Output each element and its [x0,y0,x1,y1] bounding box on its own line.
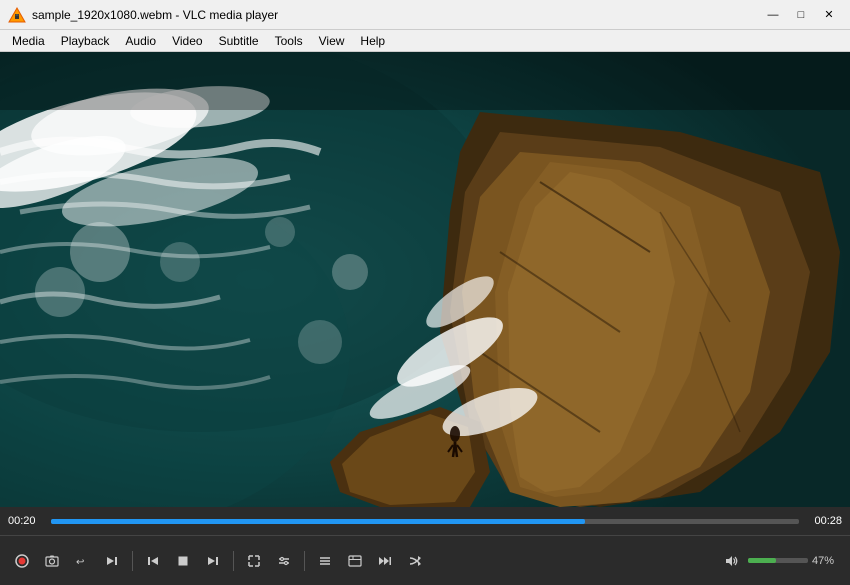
window-controls: — □ ✕ [760,5,842,25]
close-button[interactable]: ✕ [816,5,842,25]
time-total: 00:28 [807,515,842,527]
maximize-button[interactable]: □ [788,5,814,25]
menu-help[interactable]: Help [352,30,393,51]
svg-text:↩: ↩ [76,557,84,568]
extended-settings-button[interactable] [341,547,369,575]
seek-bar[interactable] [51,519,799,524]
volume-button[interactable] [720,549,744,573]
volume-area: 47% [720,549,842,573]
volume-slider-fill [748,558,776,563]
seek-bar-area: 00:20 00:28 [0,507,850,535]
separator-3 [304,551,305,571]
playlist-button[interactable] [311,547,339,575]
menu-view[interactable]: View [311,30,353,51]
video-area[interactable] [0,52,850,507]
seek-bar-fill [51,519,585,524]
menu-video[interactable]: Video [164,30,210,51]
loop-ab-button[interactable]: ↩ [68,547,96,575]
controls-area: ↩ [0,535,850,585]
menu-audio[interactable]: Audio [117,30,164,51]
menu-bar: Media Playback Audio Video Subtitle Tool… [0,30,850,52]
prev-button[interactable] [139,547,167,575]
title-bar: sample_1920x1080.webm - VLC media player… [0,0,850,30]
random-button[interactable] [401,547,429,575]
menu-tools[interactable]: Tools [267,30,311,51]
minimize-button[interactable]: — [760,5,786,25]
stop-button[interactable] [169,547,197,575]
time-current: 00:20 [8,515,43,527]
snapshot-button[interactable] [38,547,66,575]
effects-button[interactable] [270,547,298,575]
next-button[interactable] [199,547,227,575]
menu-subtitle[interactable]: Subtitle [211,30,267,51]
volume-slider[interactable] [748,558,808,563]
menu-playback[interactable]: Playback [53,30,118,51]
separator-2 [233,551,234,571]
record-button[interactable] [8,547,36,575]
vlc-logo-icon [8,6,26,24]
frame-by-frame-button[interactable] [371,547,399,575]
menu-media[interactable]: Media [4,30,53,51]
window-title: sample_1920x1080.webm - VLC media player [32,8,760,22]
video-content [0,52,850,507]
volume-percent: 47% [812,555,842,567]
frame-advance-button[interactable] [98,547,126,575]
separator-1 [132,551,133,571]
fullscreen-button[interactable] [240,547,268,575]
